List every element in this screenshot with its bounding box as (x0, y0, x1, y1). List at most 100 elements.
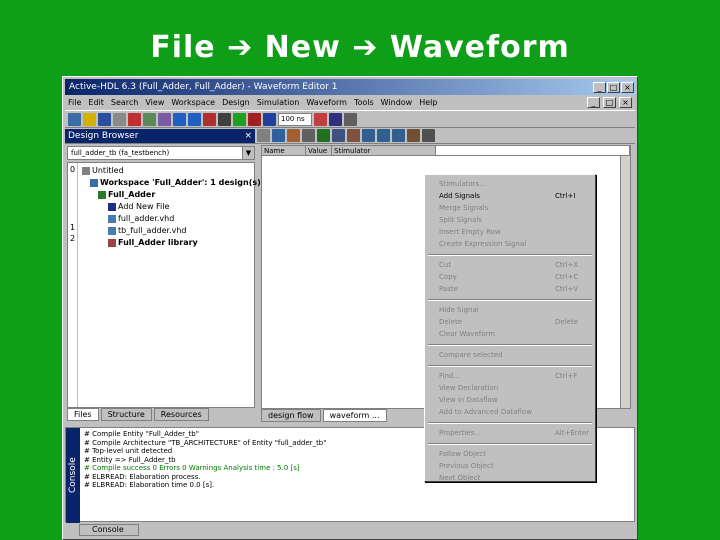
context-menu-item[interactable]: Add Signals Ctrl+I (425, 190, 595, 202)
menu-item-icon (425, 370, 439, 382)
copy-icon[interactable] (143, 112, 156, 126)
menu-help[interactable]: Help (419, 98, 437, 107)
menu-item-label: Add Signals (439, 192, 480, 200)
paste-icon[interactable] (158, 112, 171, 126)
context-menu-item[interactable]: Paste Ctrl+V (425, 283, 595, 295)
menu-item-label: Hide Signal (439, 306, 479, 314)
save-icon[interactable] (98, 112, 111, 126)
context-menu-item[interactable]: Split Signals (425, 214, 595, 226)
tree-item[interactable]: Full_Adder (98, 189, 155, 200)
menu-file[interactable]: File (68, 98, 81, 107)
add-signal-icon[interactable] (272, 129, 285, 142)
mdi-restore-button[interactable]: □ (603, 97, 616, 108)
zoom-out-icon[interactable] (377, 129, 390, 142)
context-menu-item[interactable]: Cut Ctrl+X (425, 259, 595, 271)
tree-item[interactable]: full_adder.vhd (108, 213, 174, 224)
mdi-close-button[interactable]: × (619, 97, 632, 108)
tab-structure[interactable]: Structure (100, 408, 152, 421)
end-icon[interactable] (344, 112, 357, 126)
context-menu-item[interactable]: Previous Object (425, 460, 595, 472)
context-menu-item[interactable]: Copy Ctrl+C (425, 271, 595, 283)
chevron-down-icon[interactable]: ▼ (242, 147, 254, 159)
run-icon[interactable] (233, 112, 246, 126)
menu-separator (428, 443, 592, 445)
context-menu-item[interactable]: Hide Signal (425, 304, 595, 316)
open-icon[interactable] (83, 112, 96, 126)
menu-edit[interactable]: Edit (88, 98, 104, 107)
break-icon[interactable] (314, 112, 327, 126)
zoom-fit-icon[interactable] (392, 129, 405, 142)
close-icon[interactable]: × (244, 129, 255, 143)
tree-item[interactable]: Full_Adder library (108, 237, 198, 248)
menu-workspace[interactable]: Workspace (171, 98, 215, 107)
column-name[interactable]: Name (262, 146, 306, 155)
column-value[interactable]: Value (306, 146, 332, 155)
menu-window[interactable]: Window (381, 98, 413, 107)
library-icon[interactable] (218, 112, 231, 126)
tab-design-flow[interactable]: design flow (261, 409, 321, 422)
menu-waveform[interactable]: Waveform (306, 98, 347, 107)
zoom-input[interactable]: 100 ns (278, 112, 312, 126)
stop-icon[interactable] (248, 112, 261, 126)
zoom-in-icon[interactable] (362, 129, 375, 142)
tab-files[interactable]: Files (67, 408, 99, 421)
context-menu-item[interactable]: Properties... Alt+Enter (425, 427, 595, 439)
step-icon[interactable] (263, 112, 276, 126)
menu-simulation[interactable]: Simulation (257, 98, 300, 107)
find-icon[interactable] (422, 129, 435, 142)
minimize-button[interactable]: _ (593, 81, 606, 93)
context-menu-item[interactable]: View Declaration (425, 382, 595, 394)
vhdl-file-icon (108, 226, 116, 235)
menu-view[interactable]: View (145, 98, 164, 107)
compile-icon[interactable] (203, 112, 216, 126)
vertical-scrollbar[interactable] (620, 156, 630, 408)
tab-console[interactable]: Console (79, 524, 139, 536)
restart-icon[interactable] (329, 112, 342, 126)
move-icon[interactable] (302, 129, 315, 142)
tab-resources[interactable]: Resources (153, 408, 209, 421)
context-menu-item[interactable]: Find... Ctrl+F (425, 370, 595, 382)
mdi-minimize-button[interactable]: _ (587, 97, 600, 108)
column-stimulator[interactable]: Stimulator (332, 146, 436, 155)
menu-search[interactable]: Search (111, 98, 138, 107)
stimulator-icon[interactable] (317, 129, 330, 142)
bus-icon[interactable] (347, 129, 360, 142)
menu-item-shortcut (555, 382, 595, 394)
menu-tools[interactable]: Tools (354, 98, 374, 107)
context-menu-item[interactable]: Follow Object (425, 448, 595, 460)
tree-item[interactable]: Untitled (82, 165, 124, 176)
context-menu-item[interactable]: Create Expression Signal (425, 238, 595, 250)
tree-item-label: Add New File (118, 202, 170, 211)
edge-icon[interactable] (332, 129, 345, 142)
tab-waveform[interactable]: waveform ... (322, 409, 387, 422)
folder-icon (82, 166, 90, 175)
print-icon[interactable] (113, 112, 126, 126)
cut-icon[interactable] (128, 112, 141, 126)
bookmark-icon[interactable] (407, 129, 420, 142)
context-menu-item[interactable]: Delete Delete (425, 316, 595, 328)
cursor-icon[interactable] (257, 129, 270, 142)
context-menu-item[interactable]: View in Dataflow (425, 394, 595, 406)
tree-item[interactable]: Workspace 'Full_Adder': 1 design(s) (90, 177, 261, 188)
tree-item[interactable]: Add New File (108, 201, 169, 212)
context-menu-item[interactable]: Clear Waveform (425, 328, 595, 340)
context-menu-item[interactable]: Insert Empty Row (425, 226, 595, 238)
menu-design[interactable]: Design (222, 98, 250, 107)
context-menu-item[interactable]: Stimulators... (425, 178, 595, 190)
context-menu-item[interactable]: Merge Signals (425, 202, 595, 214)
context-menu-item[interactable]: Compare selected (425, 349, 595, 361)
maximize-button[interactable]: □ (607, 81, 620, 93)
tree-item[interactable]: tb_full_adder.vhd (108, 225, 187, 236)
context-menu-item[interactable]: Add to Advanced Dataflow (425, 406, 595, 418)
new-icon[interactable] (68, 112, 81, 126)
tree-gutter: 0 1 2 (68, 163, 78, 407)
delete-signal-icon[interactable] (287, 129, 300, 142)
menu-item-icon (425, 214, 439, 226)
redo-icon[interactable] (188, 112, 201, 126)
window-titlebar[interactable]: Active-HDL 6.3 (Full_Adder, Full_Adder) … (65, 79, 635, 95)
undo-icon[interactable] (173, 112, 186, 126)
menu-item-icon (425, 283, 439, 295)
close-button[interactable]: × (621, 81, 634, 93)
design-combo[interactable]: full_adder_tb (fa_testbench) ▼ (67, 146, 255, 160)
context-menu-item[interactable]: Next Object (425, 472, 595, 484)
